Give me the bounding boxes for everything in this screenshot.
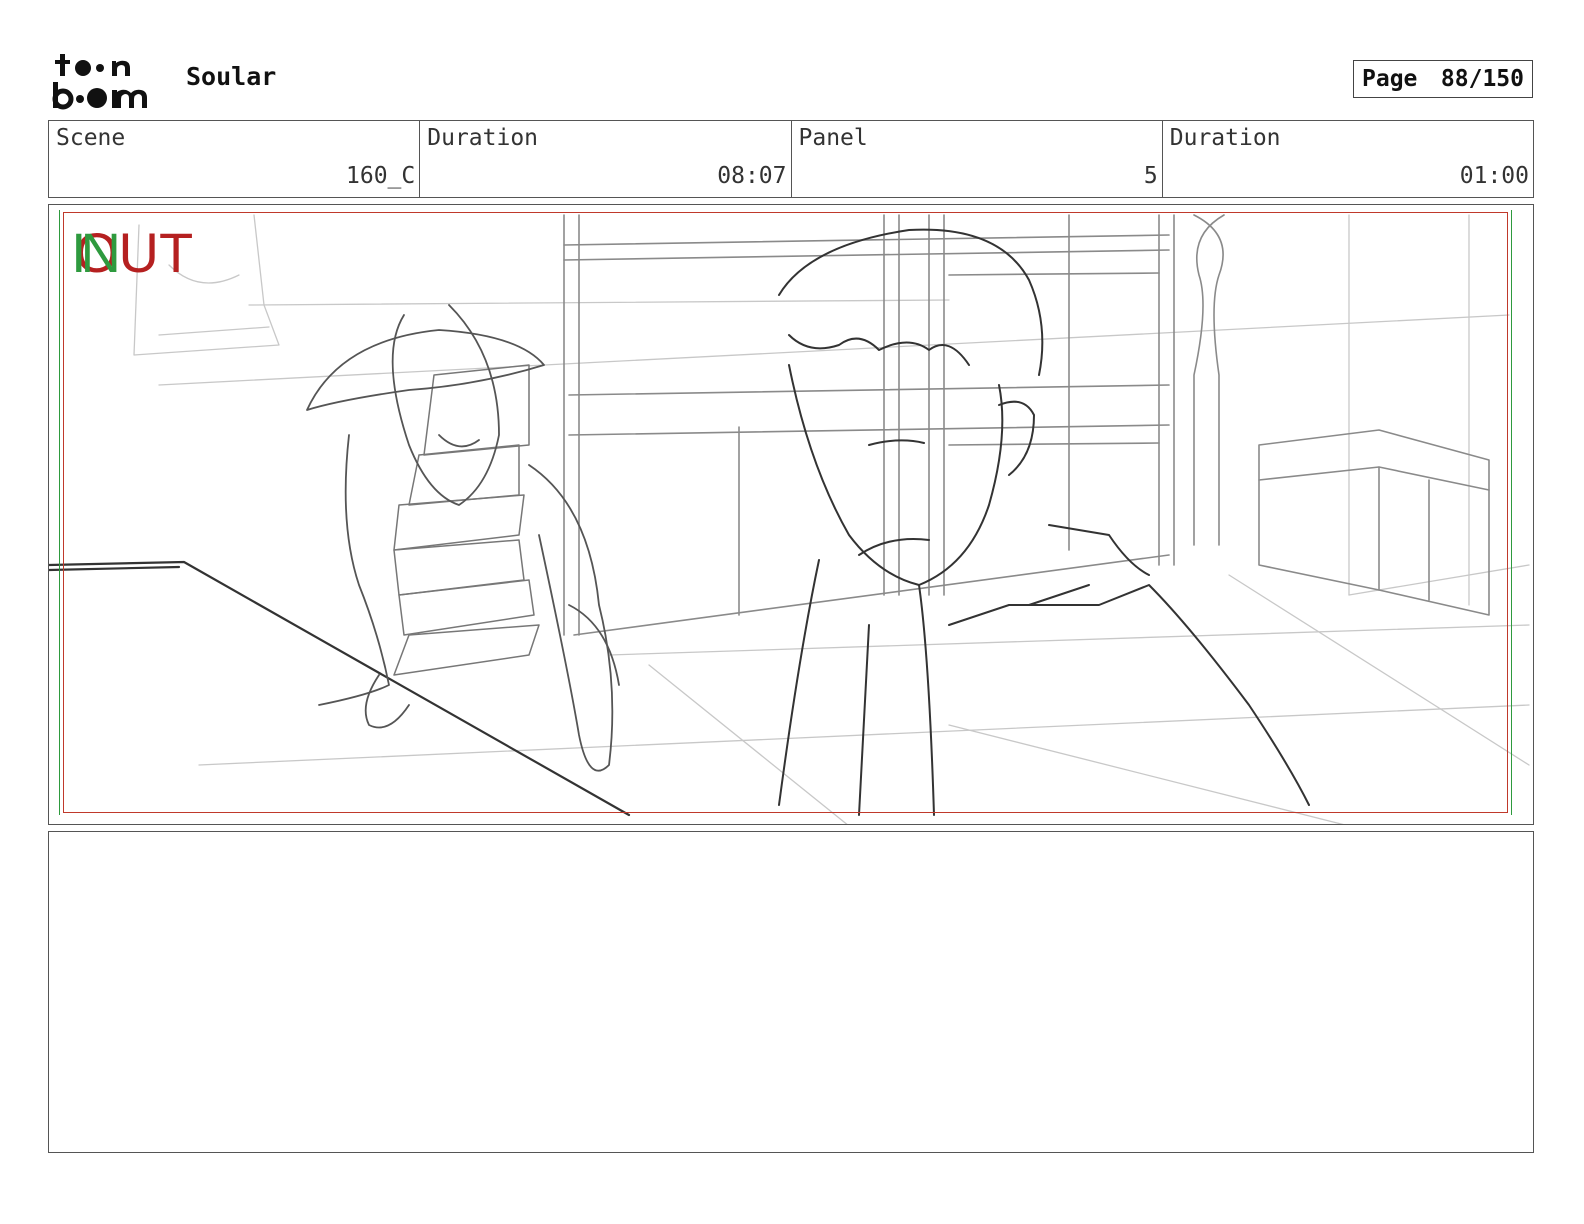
page-value: 88/150	[1440, 66, 1524, 92]
in-marker: IN	[71, 221, 121, 284]
scene-duration-label: Duration	[427, 125, 539, 151]
scene-duration-value: 08:07	[717, 163, 787, 189]
panel-duration-cell: Duration 01:00	[1163, 121, 1533, 197]
project-title: Soular	[186, 62, 277, 91]
storyboard-panel: OUT IN	[48, 204, 1534, 825]
panel-duration-label: Duration	[1169, 125, 1281, 151]
scene-value: 160_C	[346, 163, 416, 189]
page-counter: Page 88/150	[1353, 60, 1533, 98]
scene-duration-cell: Duration 08:07	[420, 121, 792, 197]
safe-area-red	[63, 212, 1508, 813]
scene-label: Scene	[56, 125, 126, 151]
panel-duration-value: 01:00	[1459, 163, 1529, 189]
scene-info-table: Scene 160_C Duration 08:07 Panel 5 Durat…	[48, 120, 1534, 198]
toon-boom-logo	[50, 50, 166, 112]
page-label: Page	[1362, 66, 1418, 92]
panel-cell: Panel 5	[792, 121, 1163, 197]
scene-cell: Scene 160_C	[49, 121, 421, 197]
panel-label: Panel	[798, 125, 868, 151]
panel-notes-box	[48, 831, 1534, 1153]
in-out-marker: OUT IN	[71, 223, 231, 283]
panel-value: 5	[1143, 163, 1158, 189]
